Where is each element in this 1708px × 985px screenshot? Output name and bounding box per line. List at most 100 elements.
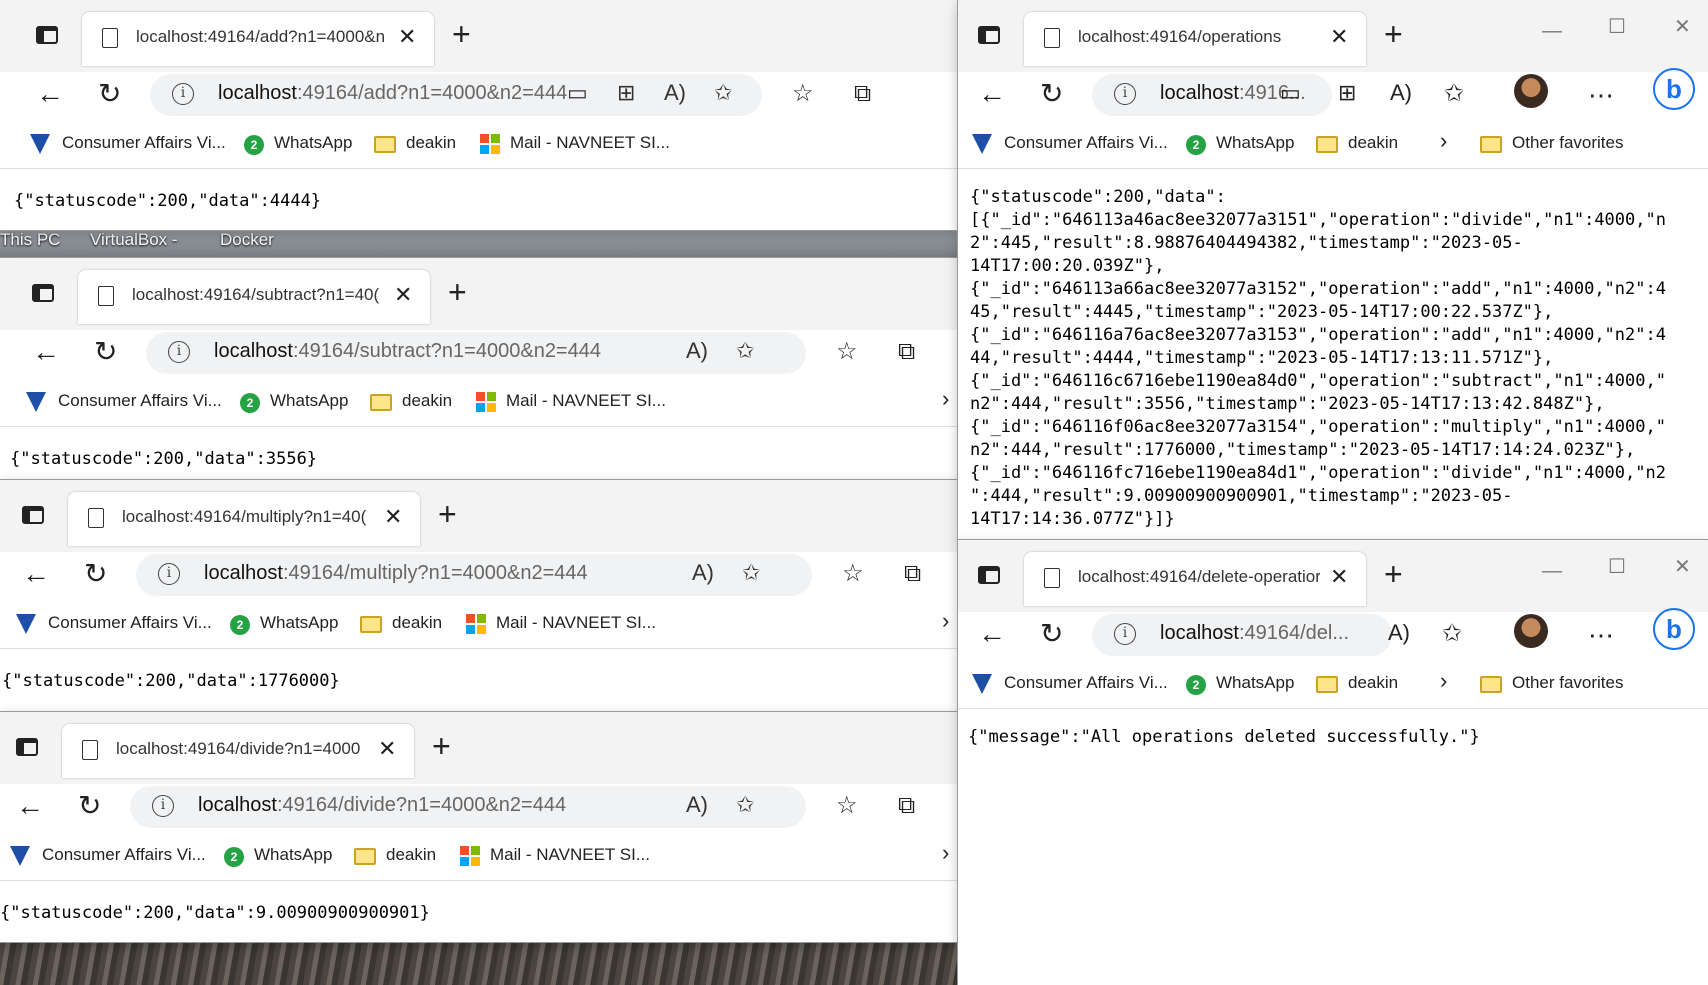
minimize-button[interactable]: — xyxy=(1542,560,1562,583)
refresh-icon[interactable]: ↻ xyxy=(94,338,117,366)
bookmark-deakin[interactable]: deakin xyxy=(392,613,442,633)
bookmark-whatsapp[interactable]: WhatsApp xyxy=(274,133,352,153)
tab-close-icon[interactable]: ✕ xyxy=(1330,564,1348,590)
url-text[interactable]: localhost:49164/multiply?n1=4000&n2=444 xyxy=(204,562,588,585)
site-info-icon[interactable]: i xyxy=(1114,623,1136,645)
favorites-icon[interactable]: ☆ xyxy=(836,794,858,818)
settings-more-icon[interactable]: ⋯ xyxy=(1588,622,1614,648)
refresh-icon[interactable]: ↻ xyxy=(84,560,107,588)
collections-icon[interactable]: ⧉ xyxy=(904,562,921,586)
site-info-icon[interactable]: i xyxy=(172,83,194,105)
tab-operations[interactable]: localhost:49164/operations ✕ xyxy=(1024,12,1366,66)
favorites-icon[interactable]: ☆ xyxy=(842,562,864,586)
tab-actions-icon[interactable] xyxy=(978,26,1000,44)
site-info-icon[interactable]: i xyxy=(168,341,190,363)
read-aloud-icon[interactable]: A) xyxy=(692,560,714,586)
refresh-icon[interactable]: ↻ xyxy=(1040,620,1063,648)
new-tab-button[interactable]: + xyxy=(438,498,457,530)
qr-code-icon[interactable]: ⊞ xyxy=(1338,82,1356,104)
bing-chat-icon[interactable]: b xyxy=(1653,68,1695,110)
settings-more-icon[interactable]: ⋯ xyxy=(1588,82,1614,108)
address-bar[interactable]: i localhost:49164/divide?n1=4000&n2=444 ✩ A… xyxy=(130,786,806,828)
more-favorites-chevron-icon[interactable]: › xyxy=(1440,668,1447,694)
tab-close-icon[interactable]: ✕ xyxy=(394,282,412,308)
back-arrow-icon[interactable]: ← xyxy=(36,80,64,108)
app-available-icon[interactable]: ▭ xyxy=(1280,82,1301,104)
tab-actions-icon[interactable] xyxy=(36,26,58,44)
bookmark-whatsapp[interactable]: WhatsApp xyxy=(270,391,348,411)
tab-close-icon[interactable]: ✕ xyxy=(378,736,396,762)
favorites-overflow-chevron-icon[interactable]: › xyxy=(942,608,949,634)
desktop-icon-this-pc[interactable]: This PC xyxy=(0,230,60,250)
add-favorite-icon[interactable]: ✩ xyxy=(1442,622,1462,646)
maximize-button[interactable]: ☐ xyxy=(1608,554,1626,579)
back-arrow-icon[interactable]: ← xyxy=(978,80,1006,108)
bookmark-deakin[interactable]: deakin xyxy=(1348,673,1398,693)
add-favorite-icon[interactable]: ✩ xyxy=(1444,82,1464,106)
other-favorites[interactable]: Other favorites xyxy=(1512,673,1624,693)
address-bar[interactable]: i localhost:49164/del... xyxy=(1092,614,1392,656)
site-info-icon[interactable]: i xyxy=(158,563,180,585)
bookmark-mail[interactable]: Mail - NAVNEET SI... xyxy=(490,845,650,865)
address-bar[interactable]: i localhost:49164/multiply?n1=4000&n2=444… xyxy=(136,554,812,596)
bookmark-consumer-affairs[interactable]: Consumer Affairs Vi... xyxy=(1004,133,1168,153)
bookmark-whatsapp[interactable]: WhatsApp xyxy=(260,613,338,633)
address-bar[interactable]: i localhost:49164/subtract?n1=4000&n2=444… xyxy=(146,332,806,374)
tab-delete[interactable]: localhost:49164/delete-operatior ✕ xyxy=(1024,552,1366,606)
site-info-icon[interactable]: i xyxy=(1114,83,1136,105)
new-tab-button[interactable]: + xyxy=(452,18,471,50)
bookmark-whatsapp[interactable]: WhatsApp xyxy=(254,845,332,865)
tab-divide[interactable]: localhost:49164/divide?n1=4000 ✕ xyxy=(62,724,414,778)
new-tab-button[interactable]: + xyxy=(432,730,451,762)
favorites-icon[interactable]: ☆ xyxy=(792,82,814,106)
url-text[interactable]: localhost:49164/subtract?n1=4000&n2=444 xyxy=(214,340,601,363)
read-aloud-icon[interactable]: A) xyxy=(1388,622,1410,644)
bookmark-deakin[interactable]: deakin xyxy=(386,845,436,865)
site-info-icon[interactable]: i xyxy=(152,795,174,817)
add-favorite-icon[interactable]: ✩ xyxy=(742,560,760,586)
bookmark-consumer-affairs[interactable]: Consumer Affairs Vi... xyxy=(62,133,226,153)
bookmark-consumer-affairs[interactable]: Consumer Affairs Vi... xyxy=(58,391,222,411)
read-aloud-icon[interactable]: A) xyxy=(686,792,708,818)
back-arrow-icon[interactable]: ← xyxy=(32,338,60,366)
refresh-icon[interactable]: ↻ xyxy=(1040,80,1063,108)
read-aloud-icon[interactable]: A) xyxy=(664,80,686,106)
tab-actions-icon[interactable] xyxy=(32,284,54,302)
bookmark-whatsapp[interactable]: WhatsApp xyxy=(1216,673,1294,693)
refresh-icon[interactable]: ↻ xyxy=(78,792,101,820)
bing-chat-icon[interactable]: b xyxy=(1653,608,1695,650)
tab-multiply[interactable]: localhost:49164/multiply?n1=40(✕ xyxy=(68,492,420,546)
collections-icon[interactable]: ⧉ xyxy=(854,82,871,106)
new-tab-button[interactable]: + xyxy=(1384,18,1403,50)
read-aloud-icon[interactable]: A) xyxy=(1390,82,1412,104)
bookmark-consumer-affairs[interactable]: Consumer Affairs Vi... xyxy=(1004,673,1168,693)
url-text[interactable]: localhost:49164/divide?n1=4000&n2=444 xyxy=(198,794,566,817)
tab-subtract[interactable]: localhost:49164/subtract?n1=40(✕ xyxy=(78,270,430,324)
tab-actions-icon[interactable] xyxy=(16,738,38,756)
bookmark-mail[interactable]: Mail - NAVNEET SI... xyxy=(510,133,670,153)
add-favorite-icon[interactable]: ✩ xyxy=(736,792,754,818)
app-available-icon[interactable]: ▭ xyxy=(567,80,588,106)
collections-icon[interactable]: ⧉ xyxy=(898,794,915,818)
favorites-overflow-chevron-icon[interactable]: › xyxy=(942,840,949,866)
new-tab-button[interactable]: + xyxy=(1384,558,1403,590)
tab-close-icon[interactable]: ✕ xyxy=(384,504,402,530)
back-arrow-icon[interactable]: ← xyxy=(22,560,50,588)
refresh-icon[interactable]: ↻ xyxy=(98,80,121,108)
profile-avatar[interactable] xyxy=(1514,74,1548,108)
tab-close-icon[interactable]: ✕ xyxy=(1330,24,1348,50)
more-favorites-chevron-icon[interactable]: › xyxy=(1440,128,1447,154)
url-text[interactable]: localhost:49164/del... xyxy=(1160,622,1349,645)
bookmark-consumer-affairs[interactable]: Consumer Affairs Vi... xyxy=(42,845,206,865)
profile-avatar[interactable] xyxy=(1514,614,1548,648)
bookmark-deakin[interactable]: deakin xyxy=(1348,133,1398,153)
bookmark-consumer-affairs[interactable]: Consumer Affairs Vi... xyxy=(48,613,212,633)
address-bar[interactable]: i localhost:49164/add?n1=4000&n2=444 ▭ ⊞ A) ✩ xyxy=(150,74,762,116)
bookmark-whatsapp[interactable]: WhatsApp xyxy=(1216,133,1294,153)
bookmark-mail[interactable]: Mail - NAVNEET SI... xyxy=(496,613,656,633)
collections-icon[interactable]: ⧉ xyxy=(898,340,915,364)
bookmark-deakin[interactable]: deakin xyxy=(406,133,456,153)
close-window-button[interactable]: ✕ xyxy=(1674,554,1691,579)
add-favorite-icon[interactable]: ✩ xyxy=(736,338,754,364)
tab-actions-icon[interactable] xyxy=(22,506,44,524)
